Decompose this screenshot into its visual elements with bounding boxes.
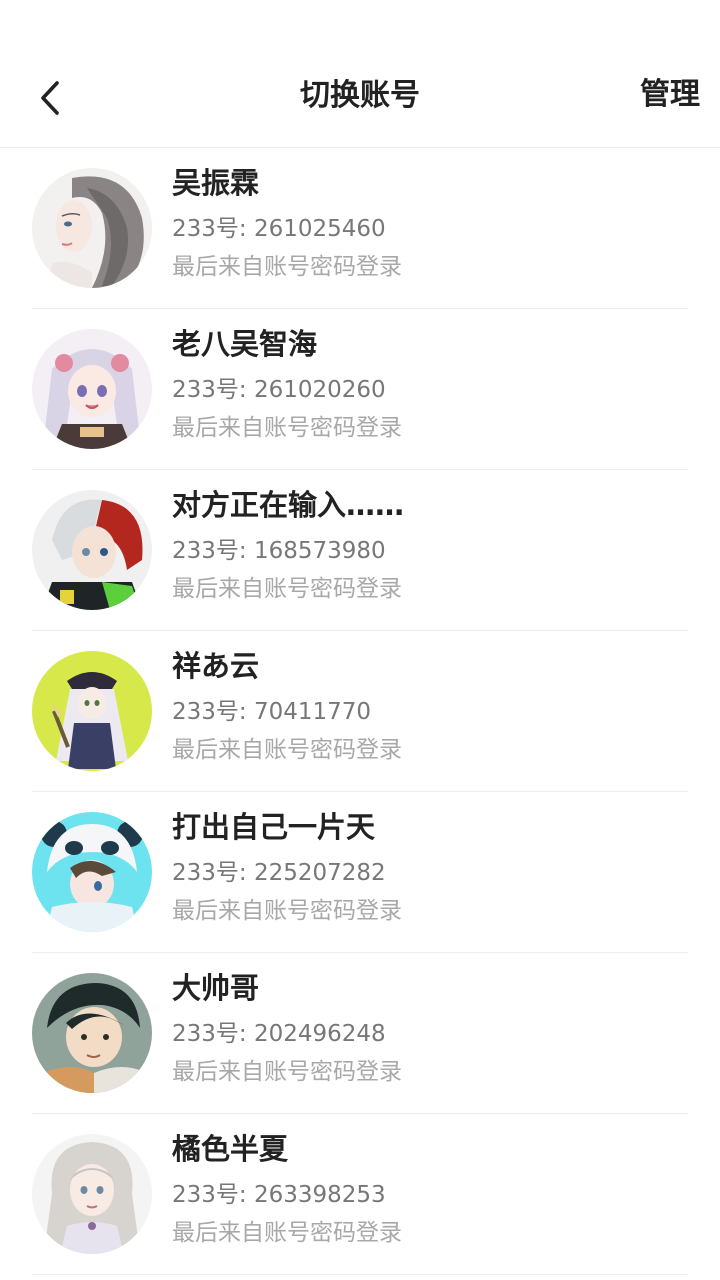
account-item[interactable]: 吴振霖 233号: 261025460 最后来自账号密码登录 [0, 148, 720, 309]
account-login-method: 最后来自账号密码登录 [172, 415, 402, 441]
account-login-method: 最后来自账号密码登录 [172, 737, 402, 763]
account-list: 吴振霖 233号: 261025460 最后来自账号密码登录 老八吴智海 233… [0, 148, 720, 1275]
account-name: 吴振霖 [172, 166, 260, 200]
switch-account-screen: 切换账号 管理 吴振霖 233号: 261025460 最后来自账号密码登录 老… [0, 0, 720, 1280]
account-id: 233号: 70411770 [172, 699, 372, 725]
avatar [32, 168, 152, 288]
page-title: 切换账号 [300, 78, 420, 113]
avatar [32, 651, 152, 771]
avatar [32, 490, 152, 610]
account-item[interactable]: 祥あ云 233号: 70411770 最后来自账号密码登录 [0, 631, 720, 792]
account-name: 橘色半夏 [172, 1132, 289, 1166]
account-id: 233号: 261020260 [172, 377, 386, 403]
account-id: 233号: 168573980 [172, 538, 386, 564]
account-name: 打出自己一片天 [172, 810, 376, 844]
account-name: 祥あ云 [172, 649, 260, 683]
account-login-method: 最后来自账号密码登录 [172, 1059, 402, 1085]
header: 切换账号 管理 [0, 48, 720, 148]
account-login-method: 最后来自账号密码登录 [172, 898, 402, 924]
account-id: 233号: 202496248 [172, 1021, 386, 1047]
avatar [32, 973, 152, 1093]
account-id: 233号: 263398253 [172, 1182, 386, 1208]
account-login-method: 最后来自账号密码登录 [172, 254, 402, 280]
status-bar [0, 0, 720, 48]
account-login-method: 最后来自账号密码登录 [172, 1220, 402, 1246]
account-login-method: 最后来自账号密码登录 [172, 576, 402, 602]
avatar [32, 1134, 152, 1254]
account-item[interactable]: 大帅哥 233号: 202496248 最后来自账号密码登录 [0, 953, 720, 1114]
account-item[interactable]: 对方正在输入…… 233号: 168573980 最后来自账号密码登录 [0, 470, 720, 631]
account-name: 老八吴智海 [172, 327, 318, 361]
account-id: 233号: 261025460 [172, 216, 386, 242]
account-name: 对方正在输入…… [172, 488, 405, 522]
account-item[interactable]: 老八吴智海 233号: 261020260 最后来自账号密码登录 [0, 309, 720, 470]
account-item[interactable]: 橘色半夏 233号: 263398253 最后来自账号密码登录 [0, 1114, 720, 1275]
account-id: 233号: 225207282 [172, 860, 386, 886]
account-name: 大帅哥 [172, 971, 260, 1005]
avatar [32, 812, 152, 932]
account-item[interactable]: 打出自己一片天 233号: 225207282 最后来自账号密码登录 [0, 792, 720, 953]
avatar [32, 329, 152, 449]
manage-button[interactable]: 管理 [640, 74, 700, 116]
